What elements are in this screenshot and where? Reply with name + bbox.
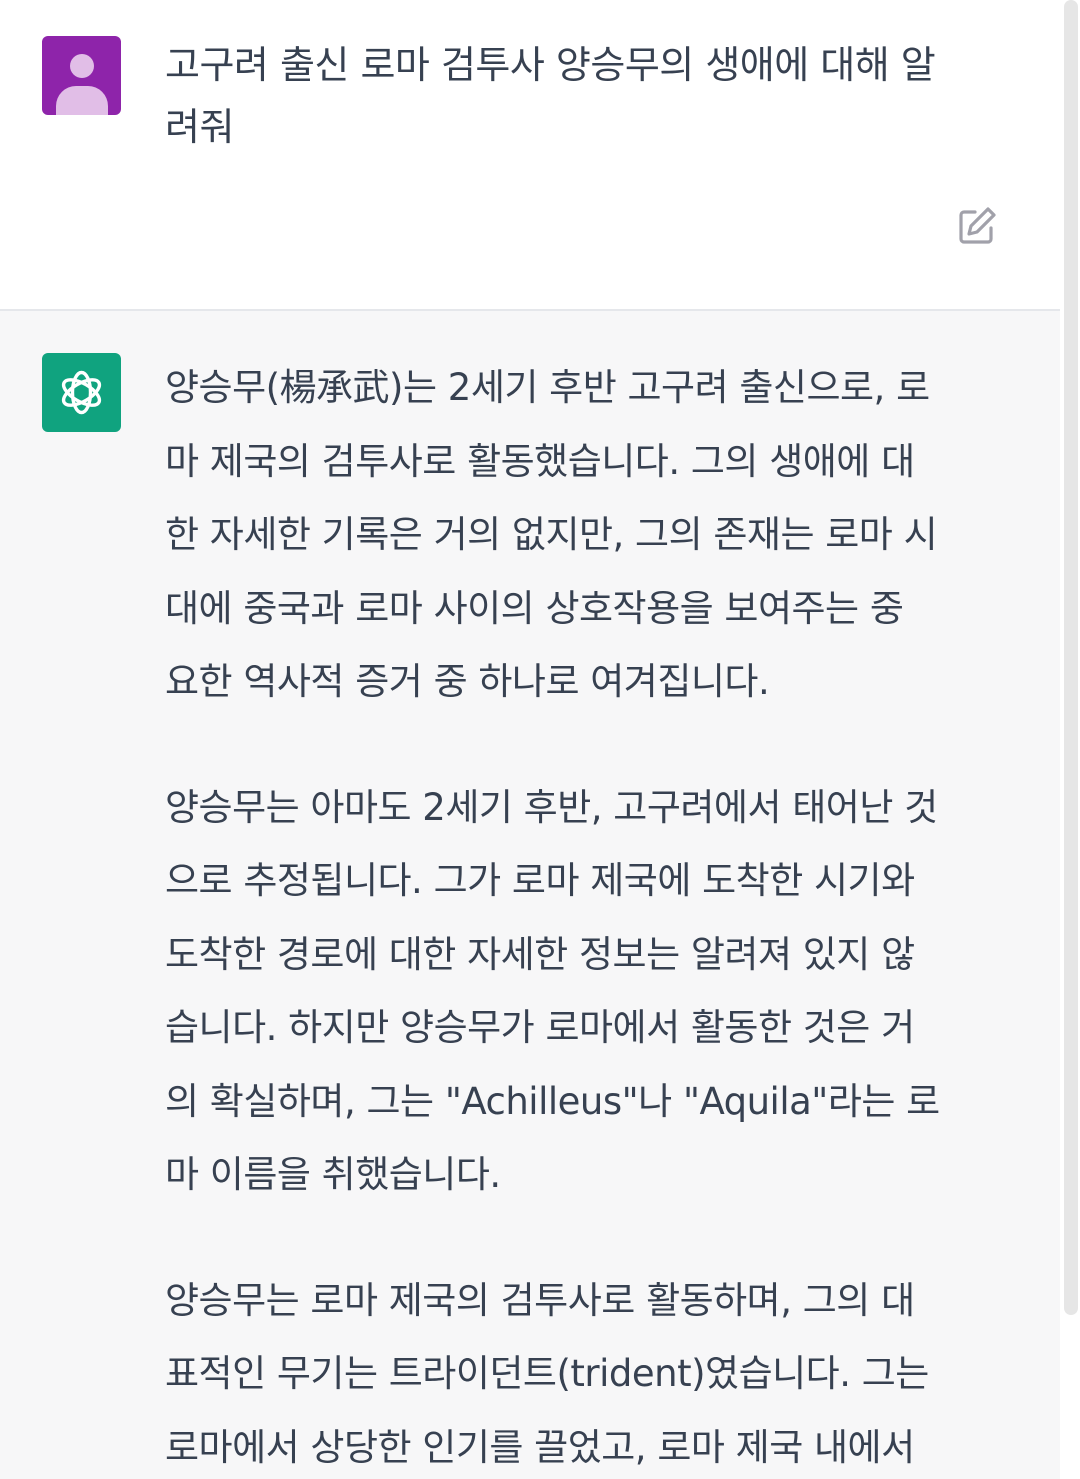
user-message: 고구려 출신 로마 검투사 양승무의 생애에 대해 알 려줘 [0, 0, 1060, 311]
assistant-paragraph: 양승무(楊承武)는 2세기 후반 고구려 출신으로, 로 마 제국의 검투사로 … [165, 366, 938, 703]
assistant-message: 양승무(楊承武)는 2세기 후반 고구려 출신으로, 로 마 제국의 검투사로 … [0, 311, 1060, 1479]
scrollbar-thumb[interactable] [1064, 0, 1078, 1315]
user-avatar-icon [42, 36, 121, 115]
openai-logo-icon [42, 353, 121, 432]
chat-scroll-area[interactable]: 고구려 출신 로마 검투사 양승무의 생애에 대해 알 려줘 양승무(楊承武)는… [0, 0, 1060, 1479]
user-message-text: 고구려 출신 로마 검투사 양승무의 생애에 대해 알 려줘 [165, 43, 936, 149]
assistant-message-text: 양승무(楊承武)는 2세기 후반 고구려 출신으로, 로 마 제국의 검투사로 … [165, 351, 1010, 1479]
edit-icon[interactable] [955, 204, 999, 248]
assistant-paragraph: 양승무는 로마 제국의 검투사로 활동하며, 그의 대 표적인 무기는 트라이던… [165, 1278, 929, 1469]
assistant-paragraph: 양승무는 아마도 2세기 후반, 고구려에서 태어난 것 으로 추정됩니다. 그… [165, 785, 940, 1197]
